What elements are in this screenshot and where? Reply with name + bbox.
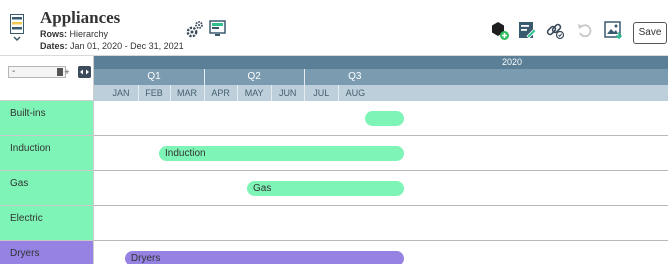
app-header: Appliances Rows: Hierarchy Dates: Jan 01… [0, 0, 668, 56]
undo-icon[interactable] [577, 23, 592, 38]
row-panel: - + Built-ins Induction Gas Electric Dryers [0, 56, 94, 264]
expand-collapse-icon[interactable] [78, 66, 91, 78]
dates-info: Dates: Jan 01, 2020 - Dec 31, 2021 [40, 41, 184, 51]
grid-row-line [94, 240, 668, 241]
row-label-induction[interactable]: Induction [0, 136, 94, 171]
month-label: AUG [345, 88, 366, 98]
gantt-bar-gas[interactable]: Gas [247, 181, 405, 196]
grid-row-line [94, 135, 668, 136]
row-label-dryers[interactable]: Dryers [0, 241, 94, 264]
quarter-label: Q2 [247, 71, 261, 82]
year-band [94, 56, 668, 69]
zoom-minus-label: - [12, 66, 16, 77]
dates-value: Jan 01, 2020 - Dec 31, 2021 [70, 41, 184, 51]
month-label: APR [211, 88, 230, 98]
gantt-bar-induction[interactable]: Induction [159, 146, 405, 161]
row-label-electric[interactable]: Electric [0, 206, 94, 241]
month-label: MAR [177, 88, 198, 98]
add-item-icon[interactable] [490, 21, 510, 41]
view-layout-icon[interactable] [209, 20, 226, 37]
gantt-bar-dryers[interactable]: Dryers [124, 251, 405, 264]
month-label: FEB [145, 88, 163, 98]
row-label-gas[interactable]: Gas [0, 171, 94, 206]
grid-row-line [94, 205, 668, 206]
month-label: JUN [278, 88, 297, 98]
rows-label: Rows: [40, 29, 67, 39]
settings-gears-icon[interactable] [186, 20, 204, 38]
zoom-slider[interactable]: - [8, 66, 66, 78]
row-label-built-ins[interactable]: Built-ins [0, 101, 94, 136]
rows-info: Rows: Hierarchy [40, 29, 108, 39]
month-divider [170, 85, 171, 101]
grid-row-line [94, 170, 668, 171]
edit-pencil-icon[interactable] [518, 21, 537, 40]
month-divider [237, 85, 239, 101]
zoom-toolbar: - + [0, 56, 94, 101]
gantt-bar-built-ins[interactable] [364, 111, 405, 126]
month-divider [338, 85, 340, 101]
zoom-in-button[interactable]: + [62, 66, 72, 78]
export-image-icon[interactable] [604, 21, 623, 40]
month-label: JUL [313, 88, 330, 98]
link-chain-icon[interactable] [545, 21, 565, 40]
quarter-label: Q3 [348, 71, 362, 82]
rows-value: Hierarchy [69, 29, 109, 39]
timeline-header: 2020 JAN FEB MAR APR MAY JUN JUL AUG Q1 Q2 Q3 [94, 56, 668, 101]
month-label: MAY [244, 88, 264, 98]
month-label: JAN [112, 88, 130, 98]
month-divider [271, 85, 273, 101]
dates-label: Dates: [40, 41, 68, 51]
quarter-label: Q1 [147, 71, 161, 82]
gantt-grid: Induction Gas Dryers [94, 101, 668, 264]
month-divider [138, 85, 140, 101]
save-button[interactable]: Save [633, 22, 667, 44]
page-title: Appliances [40, 8, 121, 27]
quarter-divider [204, 69, 206, 101]
app-menu-icon[interactable] [10, 14, 24, 42]
year-label: 2020 [502, 57, 523, 67]
quarter-divider [304, 69, 306, 101]
